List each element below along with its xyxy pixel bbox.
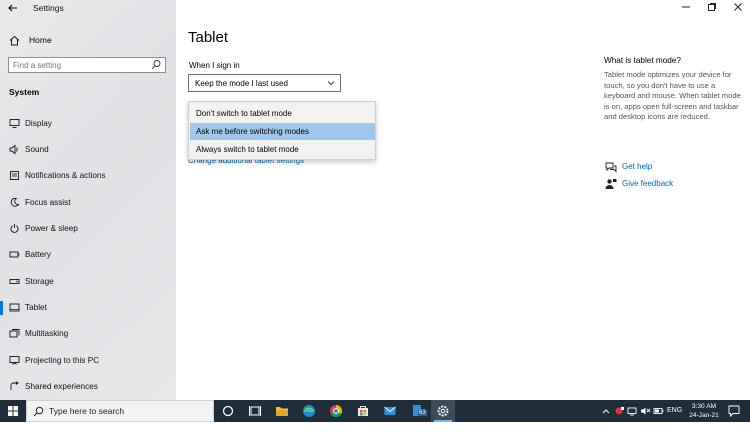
battery-tray-icon[interactable] bbox=[653, 400, 665, 422]
storage-icon bbox=[9, 276, 20, 287]
action-center-icon[interactable] bbox=[727, 404, 741, 418]
section-label-system: System bbox=[9, 87, 39, 97]
language-indicator[interactable]: ENG bbox=[667, 400, 682, 422]
help-chat-icon bbox=[605, 161, 617, 173]
dropdown-option-highlighted[interactable]: Ask me before switching modes bbox=[190, 123, 375, 140]
clock[interactable]: 3:30 AM 24-Jan-21 bbox=[686, 402, 722, 420]
chrome-icon[interactable] bbox=[324, 400, 348, 422]
sidebar: Settings Home System Display Sound Notif… bbox=[0, 0, 176, 400]
notes-badge: 63 bbox=[418, 410, 427, 416]
battery-icon bbox=[9, 249, 20, 260]
sidebar-item-tablet[interactable]: Tablet bbox=[0, 299, 176, 317]
projecting-icon bbox=[9, 355, 20, 366]
sidebar-item-label: Battery bbox=[25, 250, 51, 259]
dropdown-option[interactable]: Don't switch to tablet mode bbox=[190, 105, 375, 122]
sidebar-item-power-sleep[interactable]: Power & sleep bbox=[0, 220, 176, 238]
taskbar-search-placeholder: Type here to search bbox=[49, 406, 124, 416]
sidebar-item-notifications[interactable]: Notifications & actions bbox=[0, 167, 176, 185]
search-icon[interactable] bbox=[151, 59, 161, 71]
tablet-icon bbox=[9, 302, 20, 313]
give-feedback-link[interactable]: Give feedback bbox=[605, 177, 617, 191]
setting-search-box[interactable] bbox=[8, 57, 166, 73]
taskbar: Type here to search 63 ENG bbox=[0, 400, 750, 422]
signin-mode-select[interactable]: Keep the mode I last used bbox=[188, 74, 341, 92]
home-nav-item[interactable]: Home bbox=[9, 33, 52, 47]
windows-start-icon[interactable] bbox=[0, 400, 26, 422]
edge-icon[interactable] bbox=[297, 400, 321, 422]
sidebar-item-label: Shared experiences bbox=[25, 382, 98, 391]
chevron-down-icon bbox=[327, 78, 335, 88]
search-icon bbox=[33, 406, 44, 417]
mail-icon[interactable] bbox=[378, 400, 402, 422]
sidebar-item-label: Focus assist bbox=[25, 198, 71, 207]
power-icon bbox=[9, 223, 20, 234]
signin-mode-value: Keep the mode I last used bbox=[195, 79, 288, 88]
settings-icon[interactable] bbox=[431, 400, 455, 422]
clock-date: 24-Jan-21 bbox=[686, 411, 722, 420]
clock-time: 3:30 AM bbox=[686, 402, 722, 411]
notes-app-icon[interactable]: 63 bbox=[405, 400, 429, 422]
sidebar-item-projecting[interactable]: Projecting to this PC bbox=[0, 352, 176, 370]
signin-label: When I sign in bbox=[189, 61, 240, 70]
sidebar-item-label: Display bbox=[25, 119, 52, 128]
store-icon[interactable] bbox=[351, 400, 375, 422]
focus-assist-icon bbox=[9, 197, 20, 208]
sidebar-item-label: Power & sleep bbox=[25, 224, 78, 233]
give-feedback-label: Give feedback bbox=[622, 179, 673, 188]
sidebar-item-label: Multitasking bbox=[25, 329, 68, 338]
sidebar-item-sound[interactable]: Sound bbox=[0, 141, 176, 159]
cortana-icon[interactable] bbox=[216, 400, 240, 422]
signin-mode-dropdown: Don't switch to tablet mode Ask me befor… bbox=[188, 101, 376, 160]
home-label: Home bbox=[29, 35, 52, 45]
sidebar-item-label: Projecting to this PC bbox=[25, 356, 99, 365]
network-icon[interactable] bbox=[627, 400, 639, 422]
sound-icon bbox=[9, 144, 20, 155]
get-help-label: Get help bbox=[622, 162, 652, 171]
sidebar-item-label: Tablet bbox=[25, 303, 47, 312]
sidebar-item-battery[interactable]: Battery bbox=[0, 246, 176, 264]
notifications-icon bbox=[9, 170, 20, 181]
back-button[interactable] bbox=[6, 2, 20, 16]
close-icon[interactable] bbox=[729, 2, 747, 16]
home-icon bbox=[9, 35, 20, 46]
sidebar-item-label: Storage bbox=[25, 277, 54, 286]
restore-icon[interactable] bbox=[703, 2, 721, 16]
taskbar-search-box[interactable]: Type here to search bbox=[26, 400, 214, 422]
sidebar-item-label: Notifications & actions bbox=[25, 171, 106, 180]
sidebar-item-storage[interactable]: Storage bbox=[0, 273, 176, 291]
page-title: Tablet bbox=[188, 29, 228, 46]
volume-muted-icon[interactable] bbox=[640, 400, 652, 422]
setting-search-input[interactable] bbox=[13, 59, 148, 71]
tray-app-icon[interactable] bbox=[613, 400, 625, 422]
sidebar-item-label: Sound bbox=[25, 145, 49, 154]
minimize-icon[interactable] bbox=[677, 2, 695, 16]
feedback-person-icon bbox=[605, 178, 617, 190]
app-title-sidebar: Settings bbox=[33, 3, 64, 13]
task-view-icon[interactable] bbox=[243, 400, 267, 422]
sidebar-item-shared-experiences[interactable]: Shared experiences bbox=[0, 378, 176, 396]
shared-experiences-icon bbox=[9, 381, 20, 392]
tray-overflow-chevron-icon[interactable] bbox=[601, 400, 611, 422]
sidebar-item-multitasking[interactable]: Multitasking bbox=[0, 325, 176, 343]
multitasking-icon bbox=[9, 328, 20, 339]
get-help-link[interactable]: Get help bbox=[605, 160, 617, 174]
dropdown-option[interactable]: Always switch to tablet mode bbox=[190, 141, 375, 158]
sidebar-item-focus-assist[interactable]: Focus assist bbox=[0, 194, 176, 212]
right-panel-title: What is tablet mode? bbox=[604, 56, 681, 65]
right-panel-description: Tablet mode optimizes your device for to… bbox=[604, 70, 744, 123]
display-icon bbox=[9, 118, 20, 129]
sidebar-item-display[interactable]: Display bbox=[0, 115, 176, 133]
file-explorer-icon[interactable] bbox=[270, 400, 294, 422]
